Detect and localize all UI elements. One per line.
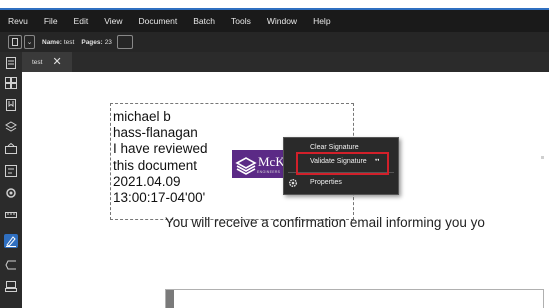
- pages-label: Pages:: [81, 38, 103, 46]
- menu-revu[interactable]: Revu: [0, 10, 36, 32]
- bookmarks-icon[interactable]: [4, 98, 18, 112]
- measure-icon[interactable]: [4, 208, 18, 222]
- name-label: Name:: [42, 38, 62, 46]
- next-page: [165, 289, 544, 308]
- menu-tools[interactable]: Tools: [223, 10, 259, 32]
- chevron-down-icon[interactable]: ⌄: [24, 35, 35, 49]
- stamp-icon[interactable]: [4, 280, 18, 294]
- gear-icon: [289, 179, 297, 187]
- menu-edit[interactable]: Edit: [66, 10, 97, 32]
- signature-line: 2021.04.09: [113, 173, 181, 189]
- pages-value: 23: [104, 38, 112, 46]
- menu-batch[interactable]: Batch: [185, 10, 223, 32]
- links-icon[interactable]: [4, 258, 18, 272]
- document-body-line: You will receive a confirmation email in…: [165, 215, 485, 230]
- signature-line: I have reviewed: [113, 141, 208, 157]
- menu-item-properties[interactable]: Properties: [284, 176, 426, 189]
- logo-mark-icon: [235, 157, 257, 175]
- logo-subtext: ENGINEERS: [257, 170, 281, 174]
- signature-line: 13:00:17-04'00': [113, 190, 206, 206]
- tab-test[interactable]: test ✕: [22, 52, 72, 72]
- signature-line: michael b: [113, 109, 171, 124]
- name-value: test: [63, 38, 75, 46]
- layers-icon[interactable]: [4, 120, 18, 134]
- window-top-edge: [0, 0, 549, 8]
- scroll-marker: [541, 156, 544, 159]
- properties-toolbar: ⌄ Name: test Pages: 23: [0, 32, 549, 53]
- left-panel-bar: [0, 52, 22, 308]
- logo-text: McK: [258, 154, 285, 169]
- signature-text: michael b hass-flanagan I have reviewed …: [113, 109, 208, 206]
- form-icon[interactable]: [4, 164, 18, 178]
- menu-view[interactable]: View: [96, 10, 130, 32]
- page-box-button[interactable]: [116, 35, 133, 49]
- company-logo: McK ENGINEERS: [232, 150, 288, 178]
- signature-line: hass-flanagan: [113, 125, 198, 141]
- page-edge: [166, 290, 174, 308]
- settings-icon[interactable]: [4, 186, 18, 200]
- close-icon[interactable]: ✕: [52, 56, 61, 68]
- signature-line: this document: [113, 157, 198, 173]
- document-icon[interactable]: [8, 35, 22, 49]
- app-window: Revu File Edit View Document Batch Tools…: [0, 0, 549, 308]
- menu-document[interactable]: Document: [130, 10, 185, 32]
- tab-label: test: [32, 58, 43, 66]
- markup-list-icon[interactable]: [4, 234, 18, 248]
- cursor-icon: ❜❜: [375, 159, 380, 166]
- pages-icon[interactable]: [4, 76, 18, 90]
- menu-bar: Revu File Edit View Document Batch Tools…: [0, 8, 549, 32]
- document-tab-bar: test ✕: [22, 52, 549, 72]
- menu-window[interactable]: Window: [259, 10, 305, 32]
- menu-help[interactable]: Help: [305, 10, 338, 32]
- thumbnails-icon[interactable]: [4, 56, 18, 70]
- signatures-icon[interactable]: [4, 142, 18, 156]
- menu-file[interactable]: File: [36, 10, 66, 32]
